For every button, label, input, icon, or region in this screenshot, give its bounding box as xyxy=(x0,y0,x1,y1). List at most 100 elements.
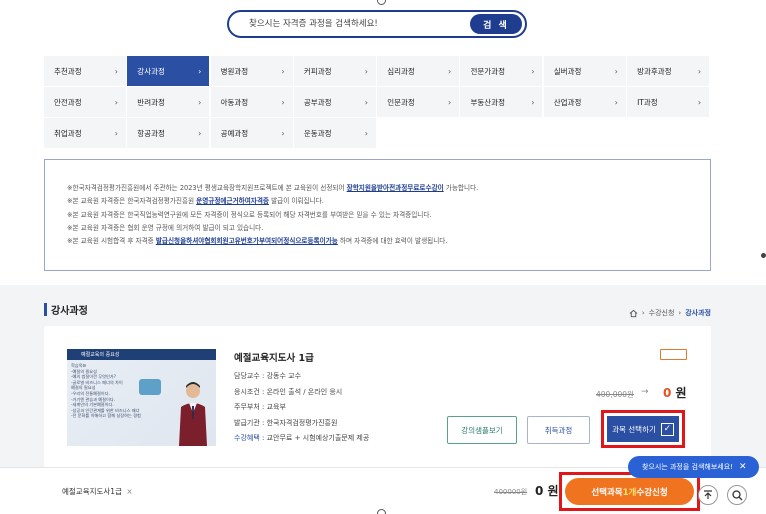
category-item[interactable]: 커피과정 › xyxy=(293,56,376,86)
select-course-highlight: 과목 선택하기 ✓ xyxy=(601,410,685,448)
category-item[interactable]: 방과후과정 › xyxy=(627,56,710,86)
chevron-right-icon: › xyxy=(198,66,202,76)
category-label: 심리과정 xyxy=(387,66,415,76)
breadcrumb-item[interactable]: 수강신청 xyxy=(649,308,675,318)
arrow-up-icon xyxy=(704,490,712,499)
category-item[interactable]: 실버과정 › xyxy=(543,56,626,86)
section-title: 강사과정 xyxy=(51,306,88,317)
category-label: 부동산과정 xyxy=(470,97,505,107)
category-label: 취업과정 xyxy=(54,128,82,138)
category-label: 방과후과정 xyxy=(637,66,672,76)
side-indicator-dot xyxy=(761,253,766,258)
search-tooltip[interactable]: 찾으시는 과정을 검색해보세요! ✕ xyxy=(628,456,759,478)
info-label: 담당교수 xyxy=(234,372,260,380)
chevron-right-icon: › xyxy=(281,66,285,76)
category-item[interactable]: IT과정 › xyxy=(627,87,710,117)
category-grid: 추천과정 › 강사과정 › 병원과정 › 커피과정 › 심리과정 › 전문가과정 › 실버과정 › 방과후과… xyxy=(44,56,711,148)
course-card: 예절교육의 중요성 학습목표 -예절의 필요성 -예의 범절이란 무엇인가? -글로벌… xyxy=(44,326,711,471)
cart-old-price: 400000원 xyxy=(494,488,528,496)
acquisition-process-button[interactable]: 취득과정 xyxy=(527,416,590,444)
select-course-label: 과목 선택하기 xyxy=(612,424,656,434)
category-item[interactable]: 전문가과정 › xyxy=(460,56,543,86)
breadcrumb: › 수강신청 › 강사과정 xyxy=(629,308,711,318)
category-label: 커피과정 xyxy=(303,66,332,76)
category-label: 공부과정 xyxy=(303,97,332,107)
checkbox-icon: ✓ xyxy=(660,422,674,436)
category-item[interactable]: 산업과정 › xyxy=(543,87,626,117)
info-label: 수강혜택 xyxy=(234,434,260,442)
breadcrumb-item-current: 강사과정 xyxy=(685,309,711,317)
category-label: 반려과정 xyxy=(137,97,165,107)
course-condition: 응시조건 : 온라인 출석 / 온라인 응시 xyxy=(234,387,343,396)
course-title: 예절교육지도사 1급 xyxy=(234,353,314,364)
search-button[interactable]: 검 색 xyxy=(470,14,522,34)
chevron-right-icon: › xyxy=(697,97,702,107)
notice-line-3: ※본 교육원 자격증은 한국직업능력연구원에 모든 자격증이 정식으로 등록되어… xyxy=(67,210,432,219)
home-icon[interactable] xyxy=(629,309,638,318)
category-item[interactable]: 추천과정 › xyxy=(44,56,126,86)
notice-text: ※본 교육원 자격증은 한국자격검정평가진흥원 xyxy=(67,197,197,206)
breadcrumb-separator: › xyxy=(678,309,682,317)
chevron-right-icon: › xyxy=(281,97,285,107)
course-new-price: 0 원 xyxy=(663,384,687,401)
category-item[interactable]: 심리과정 › xyxy=(377,56,460,86)
search-icon xyxy=(731,489,742,500)
search-input[interactable] xyxy=(249,14,449,34)
notice-highlight: 발급신청을하셔야협회회원고유번호가부여되어정식으로등록이가능 xyxy=(155,237,338,246)
cart-total-price: 0 원 xyxy=(535,484,559,498)
category-item[interactable]: 취업과정 › xyxy=(44,118,126,148)
category-item[interactable]: 공부과정 › xyxy=(293,87,376,117)
category-label: 추천과정 xyxy=(54,66,82,76)
category-item[interactable]: 아동과정 › xyxy=(210,87,293,117)
breadcrumb-separator: › xyxy=(641,309,645,317)
notice-text: ※한국자격검정평가진흥원에서 주관하는 2023년 평생교육장학지원프로젝트에 … xyxy=(67,184,347,192)
chevron-right-icon: › xyxy=(198,97,202,107)
lecture-sample-button[interactable]: 강의샘플보기 xyxy=(447,416,517,444)
category-label: 전문가과정 xyxy=(470,66,505,76)
category-label: 항공과정 xyxy=(137,128,165,138)
notice-line-5: ※본 교육원 시험합격 후 자격증 발급신청을하셔야협회회원고유번호가부여되어정… xyxy=(67,235,710,248)
notice-line-1: ※한국자격검정평가진흥원에서 주관하는 2023년 평생교육장학지원프로젝트에 … xyxy=(67,182,710,195)
category-item[interactable]: 부동산과정 › xyxy=(460,87,543,117)
course-benefit: 수강혜택 : 교안무료 + 시험예상기출문제 제공 xyxy=(234,434,370,442)
info-value: 교육부 xyxy=(266,403,286,411)
scroll-top-button[interactable] xyxy=(698,485,718,505)
course-old-price: 400,000원 xyxy=(596,390,634,399)
carousel-indicator-top xyxy=(377,0,386,5)
course-dept: 주무부처 : 교육부 xyxy=(234,403,286,411)
category-item[interactable]: 항공과정 › xyxy=(127,118,210,148)
chevron-right-icon: › xyxy=(447,97,452,107)
notice-text: 하며 자격증에 대한 효력이 발생됩니다. xyxy=(337,237,448,246)
search-circle-button[interactable] xyxy=(727,485,747,505)
enroll-button[interactable]: 선택과목 1개 수강신청 xyxy=(565,478,694,505)
course-thumbnail[interactable]: 예절교육의 중요성 학습목표 -예절의 필요성 -예의 범절이란 무엇인가? -글로벌… xyxy=(67,349,216,446)
info-label: 발급기관 xyxy=(234,418,260,427)
chevron-right-icon: › xyxy=(531,97,535,107)
category-label: 운동과정 xyxy=(303,128,332,138)
category-label: 공예과정 xyxy=(220,128,249,138)
instructor-photo xyxy=(179,382,207,446)
notice-text: ※본 교육원 시험합격 후 자격증 xyxy=(67,237,156,246)
category-item[interactable]: 반려과정 › xyxy=(127,87,210,117)
close-icon[interactable]: ✕ xyxy=(739,462,747,472)
category-label: 실버과정 xyxy=(553,66,582,76)
remove-icon[interactable]: × xyxy=(126,487,132,496)
chevron-right-icon: › xyxy=(364,66,368,76)
category-label: 병원과정 xyxy=(220,66,249,76)
info-value: 한국자격검정평가진흥원 xyxy=(266,418,338,427)
info-label: 응시조건 xyxy=(234,387,260,396)
select-course-button[interactable]: 과목 선택하기 ✓ xyxy=(607,416,679,442)
category-item[interactable]: 병원과정 › xyxy=(210,56,293,86)
category-item[interactable]: 강사과정 › xyxy=(127,56,210,86)
chevron-right-icon: › xyxy=(114,66,118,76)
category-item[interactable]: 공예과정 › xyxy=(210,118,293,148)
chevron-right-icon: › xyxy=(614,97,618,107)
handshake-image xyxy=(139,379,161,395)
category-item[interactable]: 인문과정 › xyxy=(377,87,460,117)
info-label: 주무부처 xyxy=(234,403,260,411)
thumbnail-title: 예절교육의 중요성 xyxy=(81,352,120,358)
chevron-right-icon: › xyxy=(198,128,202,138)
category-item[interactable]: 안전과정 › xyxy=(44,87,126,117)
category-item[interactable]: 운동과정 › xyxy=(293,118,376,148)
chevron-right-icon: › xyxy=(531,66,535,76)
